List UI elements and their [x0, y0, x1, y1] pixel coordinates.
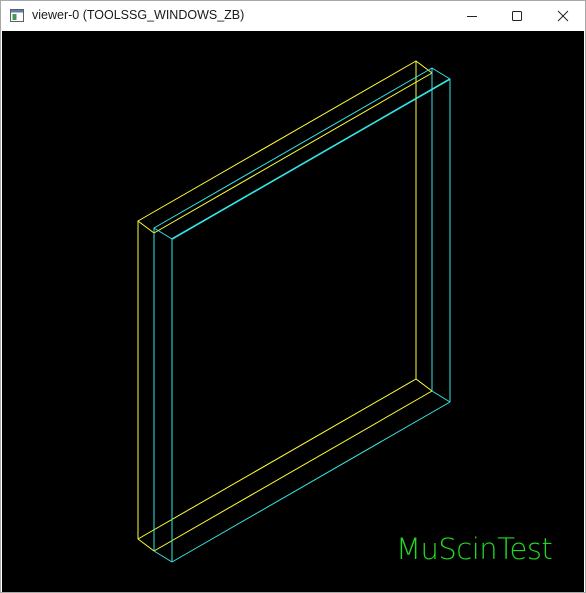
viewer-window: viewer-0 (TOOLSSG_WINDOWS_ZB) MuScinTest	[0, 0, 586, 593]
close-icon	[557, 10, 569, 22]
minimize-button[interactable]	[449, 1, 495, 31]
outer-volume-wireframe	[137, 60, 433, 552]
scene-wireframe	[137, 60, 451, 563]
minimize-icon	[467, 16, 477, 17]
3d-viewport[interactable]: MuScinTest	[2, 31, 584, 592]
title-bar[interactable]: viewer-0 (TOOLSSG_WINDOWS_ZB)	[1, 1, 585, 31]
maximize-icon	[512, 11, 522, 21]
scene-title-label: MuScinTest	[396, 532, 553, 566]
maximize-button[interactable]	[494, 1, 540, 31]
app-window-icon	[10, 9, 24, 22]
close-button[interactable]	[540, 1, 586, 31]
inner-volume-wireframe	[153, 67, 451, 563]
window-title: viewer-0 (TOOLSSG_WINDOWS_ZB)	[32, 8, 245, 22]
inner-volume-top-edge	[171, 78, 451, 240]
